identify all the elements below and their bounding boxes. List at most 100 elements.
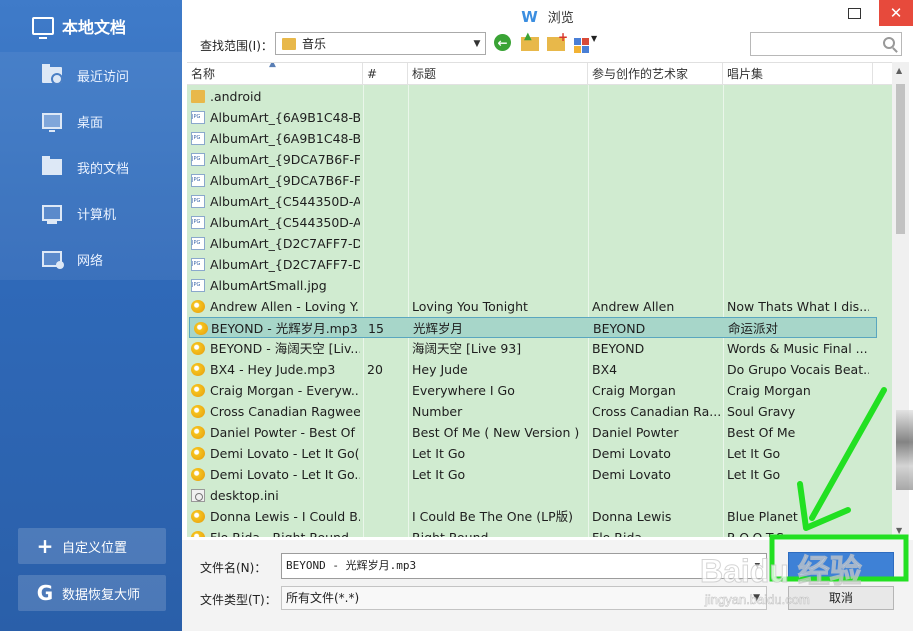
plus-icon: + — [36, 534, 54, 558]
filename-value: BEYOND - 光辉岁月.mp3 — [286, 559, 417, 572]
table-row[interactable]: AlbumArt_{6A9B1C48-B... — [187, 107, 893, 128]
sidebar-item-my-documents[interactable]: 我的文档 — [0, 144, 182, 190]
cell-album: Do Grupo Vocais Beat... — [727, 362, 869, 377]
look-in-label: 查找范围(I)： — [200, 39, 273, 53]
column-header-album[interactable]: 唱片集 — [723, 63, 873, 85]
table-row[interactable]: Flo Rida - Right Round Right Round Flo Rid… — [187, 527, 893, 537]
view-menu-button[interactable]: ▼ — [574, 34, 606, 54]
table-row[interactable]: .android — [187, 86, 893, 107]
open-button[interactable] — [788, 552, 894, 579]
close-button[interactable]: ✕ — [879, 0, 913, 26]
table-row[interactable]: AlbumArt_{9DCA7B6F-FF... — [187, 149, 893, 170]
table-row[interactable]: BX4 - Hey Jude.mp3 20 Hey Jude BX4 Do Grupo … — [187, 359, 893, 380]
jpg-file-icon — [191, 237, 205, 250]
cell-name: Demi Lovato - Let It Go(... — [210, 446, 360, 461]
table-row[interactable]: Cross Canadian Ragwee... Number Cross Cana… — [187, 401, 893, 422]
column-header-title[interactable]: 标题 — [408, 63, 588, 85]
cell-name: Andrew Allen - Loving Y... — [210, 299, 360, 314]
new-folder-icon — [547, 30, 568, 51]
table-row[interactable]: AlbumArt_{C544350D-AF... — [187, 212, 893, 233]
mp3-file-icon — [191, 510, 205, 523]
search-input[interactable] — [750, 32, 902, 56]
up-folder-icon — [521, 31, 539, 51]
cell-name: AlbumArt_{9DCA7B6F-FF... — [210, 152, 360, 167]
jpg-file-icon — [191, 132, 205, 145]
table-row[interactable]: AlbumArt_{9DCA7B6F-FF... — [187, 170, 893, 191]
chevron-down-icon[interactable]: ▼ — [755, 554, 760, 578]
jpg-file-icon — [191, 153, 205, 166]
up-folder-button[interactable] — [521, 31, 541, 54]
scroll-thumb[interactable] — [896, 84, 905, 234]
cell-album: Words & Music Final ... — [727, 341, 868, 356]
back-button[interactable]: ← — [494, 34, 514, 54]
filetype-select[interactable]: 所有文件(*.*) ▼ — [281, 586, 767, 610]
mp3-file-icon — [191, 405, 205, 418]
table-row[interactable]: AlbumArt_{C544350D-AF... — [187, 191, 893, 212]
sidebar-item-network[interactable]: 网络 — [0, 236, 182, 282]
sidebar-item-label: 我的文档 — [77, 161, 130, 177]
table-row[interactable]: Daniel Powter - Best Of ... Best Of Me ( … — [187, 422, 893, 443]
ini-file-icon — [191, 489, 205, 502]
cell-name: .android — [210, 89, 262, 104]
column-header-label: # — [367, 67, 378, 81]
maximize-button[interactable] — [838, 0, 870, 26]
cell-artist: BX4 — [592, 362, 618, 377]
cell-name: Demi Lovato - Let It Go.... — [210, 467, 360, 482]
cell-name: AlbumArt_{6A9B1C48-B... — [210, 131, 360, 146]
close-icon: ✕ — [889, 4, 903, 22]
look-in-dropdown[interactable]: 音乐 ▼ — [275, 32, 486, 55]
sort-ascending-icon: ▲ — [269, 62, 276, 69]
scroll-down-icon[interactable]: ▼ — [896, 526, 902, 535]
search-icon — [883, 37, 895, 49]
jpg-file-icon — [191, 216, 205, 229]
sidebar: 本地文档 最近访问 桌面 我的文档 计算机 网络 + 自定义位置 G 数据恢复大… — [0, 0, 182, 631]
mp3-file-icon — [191, 468, 205, 481]
table-row[interactable]: Craig Morgan - Everyw... Everywhere I Go C… — [187, 380, 893, 401]
table-row-selected[interactable]: BEYOND - 光辉岁月.mp3 15 光辉岁月 BEYOND 命运派对 — [189, 317, 877, 338]
cell-name: Daniel Powter - Best Of ... — [210, 425, 360, 440]
table-row[interactable]: Andrew Allen - Loving Y... Loving You Ton… — [187, 296, 893, 317]
cell-title: Hey Jude — [412, 362, 468, 377]
sidebar-item-desktop[interactable]: 桌面 — [0, 98, 182, 144]
sidebar-item-computer[interactable]: 计算机 — [0, 190, 182, 236]
cell-album: Craig Morgan — [727, 383, 811, 398]
new-folder-button[interactable] — [547, 30, 568, 54]
file-browse-dialog: 本地文档 最近访问 桌面 我的文档 计算机 网络 + 自定义位置 G 数据恢复大… — [0, 0, 913, 631]
column-header-label: 唱片集 — [727, 67, 764, 81]
cancel-button[interactable]: 取消 — [788, 586, 894, 610]
table-row[interactable]: desktop.ini — [187, 485, 893, 506]
table-row[interactable]: AlbumArt_{D2C7AFF7-D... — [187, 254, 893, 275]
cell-artist: Demi Lovato — [592, 446, 671, 461]
custom-location-label: 自定义位置 — [62, 540, 128, 556]
cell-artist: BEYOND — [593, 321, 646, 336]
column-header-label: 名称 — [191, 67, 216, 81]
cell-album: Now Thats What I dis... — [727, 299, 869, 314]
main-pane: W 浏览 ✕ 查找范围(I)： 音乐 ▼ ← ▼ 名称 — [182, 0, 913, 631]
custom-location-button[interactable]: + 自定义位置 — [18, 528, 166, 564]
table-row[interactable]: AlbumArt_{6A9B1C48-B... — [187, 128, 893, 149]
cell-title: Let It Go — [412, 467, 466, 482]
cell-title: 光辉岁月 — [413, 321, 464, 336]
cell-name: AlbumArtSmall.jpg — [210, 278, 327, 293]
documents-folder-icon — [42, 156, 62, 175]
cell-name: Craig Morgan - Everyw... — [210, 383, 360, 398]
table-row[interactable]: AlbumArt_{D2C7AFF7-D... — [187, 233, 893, 254]
column-header-artist[interactable]: 参与创作的艺术家 — [588, 63, 723, 85]
cell-title: Everywhere I Go — [412, 383, 515, 398]
cell-album: R.O.O.T.S. — [727, 527, 869, 537]
table-row[interactable]: Demi Lovato - Let It Go(... Let It Go Demi… — [187, 443, 893, 464]
sidebar-item-recent[interactable]: 最近访问 — [0, 52, 182, 98]
sidebar-item-label: 计算机 — [77, 207, 117, 223]
table-row[interactable]: Demi Lovato - Let It Go.... Let It Go Demi… — [187, 464, 893, 485]
cell-name: Cross Canadian Ragwee... — [210, 404, 360, 419]
column-header-number[interactable]: # — [363, 63, 408, 85]
data-recovery-button[interactable]: G 数据恢复大师 — [18, 575, 166, 611]
filename-input[interactable]: BEYOND - 光辉岁月.mp3 ▼ — [281, 553, 767, 579]
cell-name: BEYOND - 光辉岁月.mp3 — [211, 321, 358, 336]
toolbar: 查找范围(I)： 音乐 ▼ ← ▼ — [182, 30, 913, 56]
table-row[interactable]: AlbumArtSmall.jpg — [187, 275, 893, 296]
table-row[interactable]: BEYOND - 海阔天空 [Liv... 海阔天空 [Live 93] BEYON… — [187, 338, 893, 359]
scroll-up-icon[interactable]: ▲ — [896, 66, 902, 75]
cell-name: AlbumArt_{6A9B1C48-B... — [210, 110, 360, 125]
table-row[interactable]: Donna Lewis - I Could B... I Could Be The… — [187, 506, 893, 527]
